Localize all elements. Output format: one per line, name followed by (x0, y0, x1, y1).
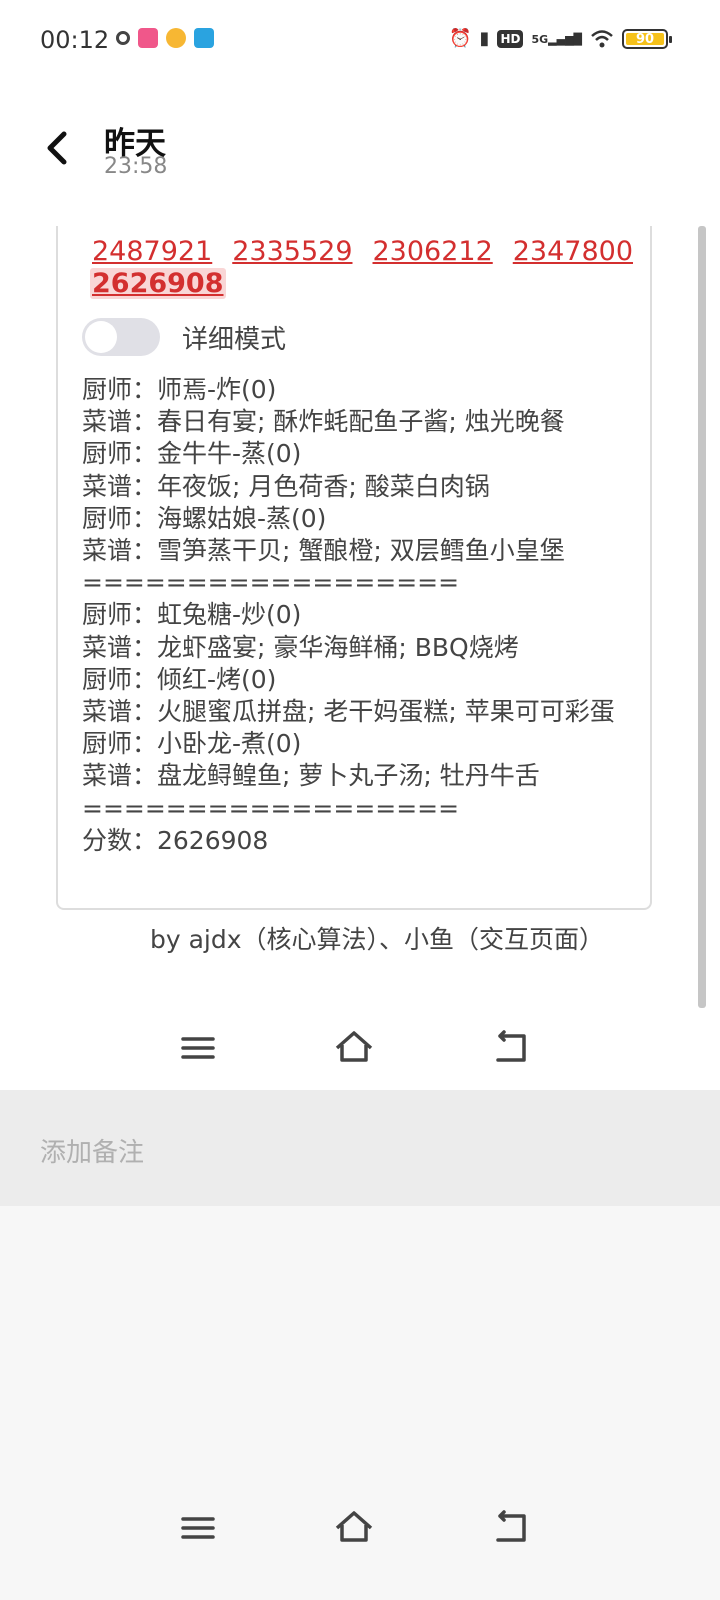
app-icon-pink (138, 28, 158, 48)
result-line: 厨师：倾红-烤(0) (82, 664, 277, 694)
system-icons: ⏰ ▮ HD 5G▂▄▆█ 90 (449, 26, 672, 52)
result-line: 菜谱：火腿蜜瓜拼盘; 老干妈蛋糕; 苹果可可彩蛋 (82, 697, 615, 727)
weibo-icon (166, 28, 186, 48)
result-line: 厨师：师焉-炸(0) (82, 375, 277, 404)
home-icon[interactable] (334, 1508, 374, 1548)
back-icon[interactable] (490, 1028, 530, 1068)
score-line: 分数：2626908 (82, 825, 269, 855)
result-lines: 厨师：师焉-炸(0) 菜谱：春日有宴; 酥炸蚝配鱼子酱; 烛光晚餐 厨师：金牛牛… (82, 374, 642, 857)
score-link[interactable]: 2487921 (92, 236, 212, 267)
wifi-icon (591, 30, 613, 48)
score-link-selected[interactable]: 2626908 (90, 268, 226, 299)
back-icon[interactable] (490, 1508, 530, 1548)
separator-line: ================== (82, 793, 460, 823)
toggle-knob (85, 321, 117, 353)
app-header: 昨天 23:58 (0, 80, 720, 227)
scrollbar[interactable] (698, 226, 706, 1008)
result-line: 厨师：海螺姑娘-蒸(0) (82, 503, 327, 533)
result-line: 厨师：虹兔糖-炒(0) (82, 600, 302, 630)
detail-mode-row[interactable]: 详细模式 (82, 318, 286, 356)
vibrate-icon: ▮ (479, 28, 490, 49)
notification-icons (116, 28, 214, 48)
add-note-input[interactable]: 添加备注 (40, 1132, 144, 1169)
menu-icon[interactable] (178, 1028, 218, 1068)
result-card: 2487921 2335529 2306212 2347800 2626908 详细模… (56, 226, 652, 910)
navigation-bar (0, 1490, 720, 1570)
result-line: 菜谱：春日有宴; 酥炸蚝配鱼子酱; 烛光晚餐 (82, 407, 565, 437)
page-subtitle: 23:58 (104, 154, 168, 179)
score-links-row: 2487921 2335529 2306212 2347800 (92, 236, 653, 267)
note-input-bar[interactable]: 添加备注 (0, 1090, 720, 1206)
result-line: 菜谱：年夜饭; 月色荷香; 酸菜白肉锅 (82, 471, 490, 501)
result-line: 菜谱：盘龙鲟鳇鱼; 萝卜丸子汤; 牡丹牛舌 (82, 761, 540, 791)
hd-icon: HD (497, 30, 524, 48)
result-line: 厨师：小卧龙-煮(0) (82, 729, 302, 759)
telegram-icon (194, 28, 214, 48)
circle-icon (116, 31, 130, 45)
score-link[interactable]: 2335529 (232, 236, 352, 267)
result-line: 菜谱：雪笋蒸干贝; 蟹酿橙; 双层鳕鱼小皇堡 (82, 536, 565, 566)
status-bar: 00:12 ⏰ ▮ HD 5G▂▄▆█ 90 (0, 0, 720, 80)
separator-line: ================== (82, 568, 460, 598)
score-link[interactable]: 2306212 (373, 236, 493, 267)
webview-content[interactable]: 2487921 2335529 2306212 2347800 2626908 详细模… (0, 226, 720, 1090)
alarm-icon: ⏰ (449, 28, 472, 49)
result-line: 菜谱：龙虾盛宴; 豪华海鲜桶; BBQ烧烤 (82, 632, 519, 662)
signal-icon: 5G▂▄▆█ (531, 32, 582, 46)
menu-icon[interactable] (178, 1508, 218, 1548)
detail-mode-toggle[interactable] (82, 318, 160, 356)
battery-icon: 90 (622, 29, 672, 49)
network-type: 5G (531, 32, 549, 46)
home-icon[interactable] (334, 1028, 374, 1068)
navigation-bar-upper (0, 1010, 720, 1090)
credit-text: by ajdx（核心算法）、小鱼（交互页面） (150, 925, 605, 954)
clock: 00:12 (40, 26, 110, 54)
result-line: 厨师：金牛牛-蒸(0) (82, 439, 302, 469)
battery-level: 90 (626, 33, 664, 46)
score-link[interactable]: 2347800 (513, 236, 633, 267)
detail-mode-label: 详细模式 (182, 324, 287, 355)
back-arrow-icon[interactable] (42, 128, 72, 168)
